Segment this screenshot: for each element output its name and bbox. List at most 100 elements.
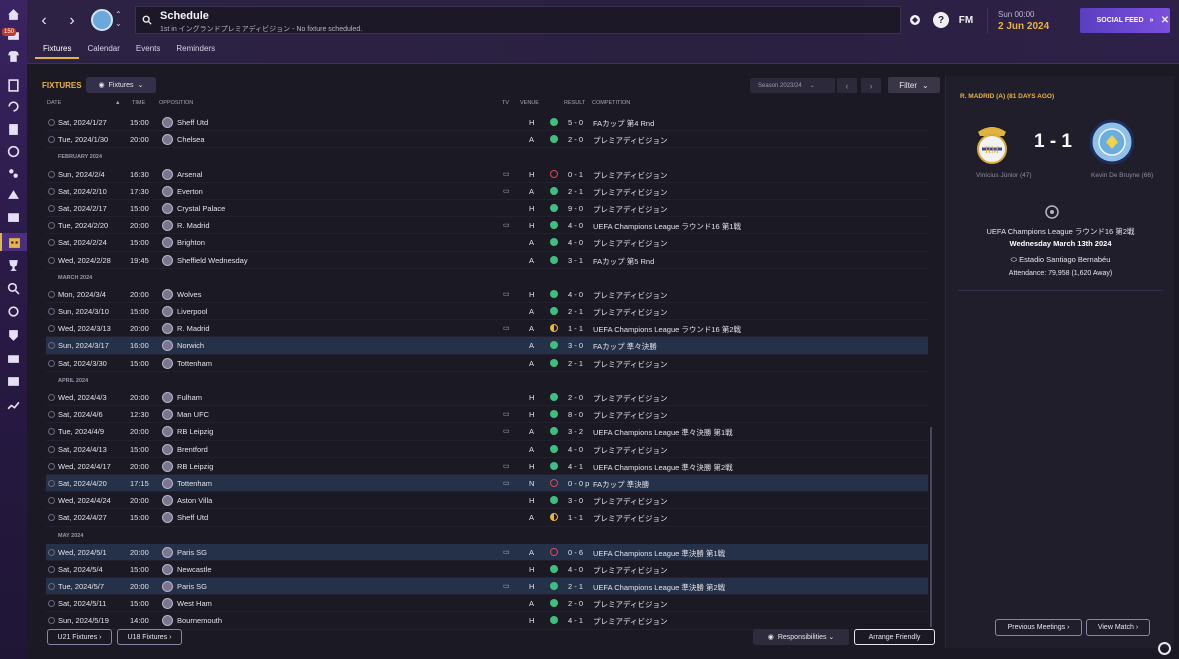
club-crest-icon[interactable] xyxy=(162,185,173,197)
fixture-opposition[interactable]: Brentford xyxy=(177,445,208,454)
fixture-opposition[interactable]: RB Leipzig xyxy=(177,462,213,471)
fixture-score[interactable]: 2 - 0 xyxy=(568,599,583,608)
fixture-opposition[interactable]: Paris SG xyxy=(177,582,207,591)
fixture-score[interactable]: 3 - 2 xyxy=(568,427,583,436)
fixture-opposition[interactable]: Sheff Utd xyxy=(177,118,208,127)
table-row[interactable]: Sat, 2024/1/27 15:00 Sheff Utd H 5 - 0 FAカップ … xyxy=(46,114,928,132)
fixture-competition[interactable]: プレミアディビジョン xyxy=(593,290,667,301)
tab-calendar[interactable]: Calendar xyxy=(79,43,127,59)
home-icon[interactable] xyxy=(0,5,27,23)
row-select-radio[interactable] xyxy=(48,462,55,470)
fixture-competition[interactable]: UEFA Champions League ラウンド16 第1戦 xyxy=(593,221,741,232)
fixture-score[interactable]: 4 - 1 xyxy=(568,616,583,625)
fixture-competition[interactable]: プレミアディビジョン xyxy=(593,359,667,370)
club-crest-icon[interactable] xyxy=(162,409,173,421)
filter-button[interactable]: Filter ⌄ xyxy=(888,77,940,93)
fixture-competition[interactable]: プレミアディビジョン xyxy=(593,135,667,146)
club-crest-icon[interactable] xyxy=(162,357,173,369)
fixture-competition[interactable]: FAカップ 準々決勝 xyxy=(593,341,657,352)
fixture-competition[interactable]: プレミアディビジョン xyxy=(593,496,667,507)
table-row[interactable]: Tue, 2024/4/9 20:00 RB Leipzig ▭ A 3 - 2 UEFA … xyxy=(46,423,928,441)
fixture-score[interactable]: 4 - 0 xyxy=(568,565,583,574)
table-row[interactable]: Wed, 2024/3/13 20:00 R. Madrid ▭ A 1 - 1 UEFA … xyxy=(46,320,928,338)
table-row[interactable]: Wed, 2024/2/28 19:45 Sheffield Wednesday A 3… xyxy=(46,252,928,269)
fixture-opposition[interactable]: Fulham xyxy=(177,393,202,402)
data-hub-icon[interactable] xyxy=(0,120,27,138)
row-select-radio[interactable] xyxy=(48,239,55,247)
fixture-score[interactable]: 1 - 1 xyxy=(568,324,583,333)
report-icon[interactable] xyxy=(0,396,27,414)
back-arrow-icon[interactable]: ‹ xyxy=(33,10,55,32)
next-season-button[interactable]: › xyxy=(861,78,881,93)
fixtures-view-dropdown[interactable]: ◉ Fixtures ⌄ xyxy=(86,77,156,93)
tab-events[interactable]: Events xyxy=(128,43,168,59)
fixture-competition[interactable]: プレミアディビジョン xyxy=(593,204,667,215)
fixture-competition[interactable]: UEFA Champions League 準決勝 第2戦 xyxy=(593,582,725,593)
club-crest-icon[interactable] xyxy=(162,134,173,146)
fixture-score[interactable]: 4 - 0 xyxy=(568,445,583,454)
row-select-radio[interactable] xyxy=(48,514,55,522)
row-select-radio[interactable] xyxy=(48,565,55,573)
fixture-competition[interactable]: プレミアディビジョン xyxy=(593,393,667,404)
fixture-competition[interactable]: プレミアディビジョン xyxy=(593,616,667,627)
forward-arrow-icon[interactable]: › xyxy=(61,10,83,32)
club-crest-icon[interactable] xyxy=(162,254,173,266)
row-select-radio[interactable] xyxy=(48,204,55,212)
column-competition[interactable]: COMPETITION xyxy=(592,100,630,106)
club-crest-icon[interactable] xyxy=(162,220,173,232)
fixture-score[interactable]: 0 - 0 p xyxy=(568,479,589,488)
previous-meetings-button[interactable]: Previous Meetings › xyxy=(995,619,1082,636)
dynamics-icon[interactable] xyxy=(0,207,27,225)
fixture-competition[interactable]: UEFA Champions League ラウンド16 第2戦 xyxy=(593,324,741,335)
row-select-radio[interactable] xyxy=(48,119,55,126)
fixture-score[interactable]: 1 - 1 xyxy=(568,513,583,522)
table-row[interactable]: Wed, 2024/4/24 20:00 Aston Villa H 3 - 0 プレミア… xyxy=(46,492,928,510)
table-row[interactable]: Sat, 2024/2/24 15:00 Brighton A 4 - 0 プレミアディビ… xyxy=(46,234,928,252)
fixture-score[interactable]: 2 - 1 xyxy=(568,187,583,196)
fixture-score[interactable]: 8 - 0 xyxy=(568,410,583,419)
row-select-radio[interactable] xyxy=(48,325,55,333)
fixture-opposition[interactable]: Aston Villa xyxy=(177,496,212,505)
table-row[interactable]: Tue, 2024/5/7 20:00 Paris SG ▭ H 2 - 1 UEFA Ch… xyxy=(46,578,928,596)
match-summary-title[interactable]: R. MADRID (A) (81 DAYS AGO) xyxy=(960,93,1054,100)
competitions-icon[interactable] xyxy=(0,256,27,274)
club-crest-icon[interactable] xyxy=(162,426,173,438)
row-select-radio[interactable] xyxy=(48,428,55,436)
tab-reminders[interactable]: Reminders xyxy=(168,43,223,59)
fm-logo-icon[interactable] xyxy=(907,12,923,28)
u18-fixtures-button[interactable]: U18 Fixtures › xyxy=(117,629,182,645)
responsibilities-button[interactable]: ◉ Responsibilities ⌄ xyxy=(753,629,849,645)
fixture-opposition[interactable]: Chelsea xyxy=(177,135,205,144)
table-row[interactable]: Tue, 2024/2/20 20:00 R. Madrid ▭ H 4 - 0 UEFA … xyxy=(46,217,928,235)
fixture-competition[interactable]: プレミアディビジョン xyxy=(593,170,667,181)
club-badge-icon[interactable] xyxy=(91,9,113,31)
fixture-opposition[interactable]: RB Leipzig xyxy=(177,427,213,436)
fixture-opposition[interactable]: Tottenham xyxy=(177,359,212,368)
fixture-score[interactable]: 0 - 6 xyxy=(568,548,583,557)
fixture-score[interactable]: 3 - 1 xyxy=(568,256,583,265)
row-select-radio[interactable] xyxy=(48,187,55,195)
fixture-score[interactable]: 3 - 0 xyxy=(568,341,583,350)
fixture-score[interactable]: 0 - 1 xyxy=(568,170,583,179)
fixture-competition[interactable]: プレミアディビジョン xyxy=(593,445,667,456)
game-date[interactable]: Sun 00:00 2 Jun 2024 xyxy=(987,8,1071,34)
fixture-score[interactable]: 5 - 0 xyxy=(568,118,583,127)
fixture-score[interactable]: 2 - 0 xyxy=(568,135,583,144)
man-city-crest-icon[interactable] xyxy=(1090,118,1134,166)
match-competition[interactable]: UEFA Champions League ラウンド16 第2戦 xyxy=(946,226,1175,237)
fixture-competition[interactable]: UEFA Champions League 準決勝 第1戦 xyxy=(593,548,725,559)
arrange-friendly-button[interactable]: Arrange Friendly xyxy=(854,629,935,645)
table-row[interactable]: Mon, 2024/3/4 20:00 Wolves ▭ H 4 - 0 プレミアディビジョ… xyxy=(46,286,928,304)
fixture-score[interactable]: 4 - 0 xyxy=(568,238,583,247)
fixture-opposition[interactable]: Bournemouth xyxy=(177,616,222,625)
fixture-score[interactable]: 4 - 1 xyxy=(568,462,583,471)
column-result[interactable]: RESULT xyxy=(564,100,585,106)
club-crest-icon[interactable] xyxy=(162,392,173,403)
row-select-radio[interactable] xyxy=(48,394,55,401)
row-select-radio[interactable] xyxy=(48,445,55,453)
tactics-icon[interactable] xyxy=(0,76,27,94)
column-tv[interactable]: TV xyxy=(502,100,509,106)
fixture-score[interactable]: 2 - 1 xyxy=(568,307,583,316)
fixture-opposition[interactable]: West Ham xyxy=(177,599,212,608)
table-row[interactable]: Sat, 2024/4/6 12:30 Man UFC ▭ H 8 - 0 プレミアディビジ… xyxy=(46,406,928,424)
